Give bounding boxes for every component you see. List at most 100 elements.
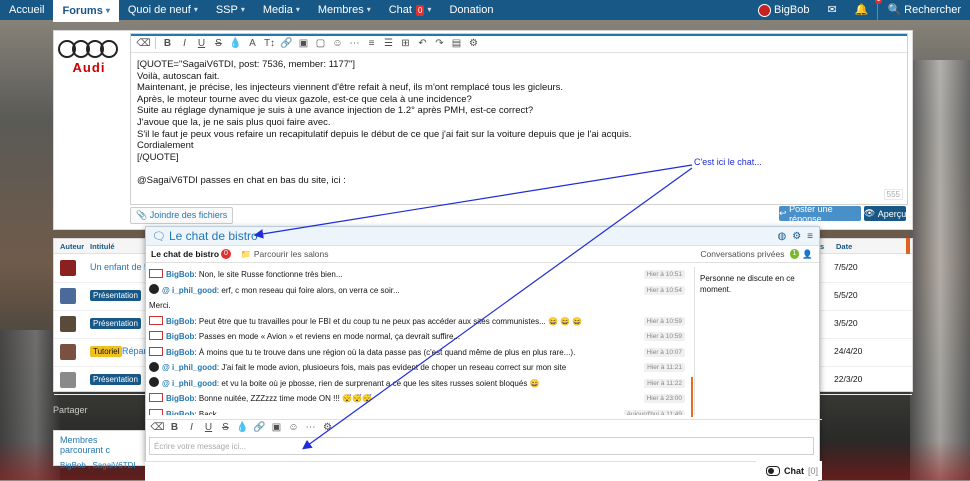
chat-username[interactable]: @ i_phil_good — [162, 379, 217, 388]
nav-item-donation[interactable]: Donation — [440, 0, 502, 20]
user-avatar-icon — [149, 361, 159, 372]
members-title[interactable]: Membres parcourant c — [54, 431, 147, 455]
thread-date: 7/5/20 — [834, 262, 858, 272]
attach-label: Joindre des fichiers — [149, 210, 228, 220]
preview-button[interactable]: 👁 Aperçu — [864, 206, 906, 221]
nav-item-media[interactable]: Media ▾ — [254, 0, 309, 20]
eraser-icon[interactable]: ⌫ — [149, 419, 166, 435]
chat-footer-label[interactable]: Chat — [784, 466, 804, 476]
strikethrough-icon[interactable]: S — [217, 419, 234, 435]
column-date[interactable]: Date — [836, 242, 852, 251]
nav-item-membres[interactable]: Membres ▾ — [309, 0, 380, 20]
redo-icon[interactable]: ↷ — [431, 35, 448, 51]
strikethrough-icon[interactable]: S — [210, 35, 227, 51]
column-author[interactable]: Auteur — [60, 242, 84, 251]
audi-rings-icon — [58, 40, 120, 58]
image-icon[interactable]: ▣ — [268, 419, 285, 435]
table-icon[interactable]: ⊞ — [397, 35, 414, 51]
thread-prefix[interactable]: Présentation — [90, 318, 141, 329]
list-icon[interactable]: ☰ — [380, 35, 397, 51]
media-icon[interactable]: ▢ — [312, 35, 329, 51]
chat-title[interactable]: Le chat de bistro — [169, 229, 258, 243]
drafts-icon[interactable]: ▤ — [448, 35, 465, 51]
nav-label: Quoi de neuf — [127, 4, 191, 16]
globe-icon[interactable]: ◍ — [777, 231, 786, 242]
chat-scrollbar[interactable] — [691, 377, 693, 417]
browse-rooms-button[interactable]: 📁 Parcourir les salons — [241, 249, 329, 260]
smiley-icon[interactable]: ☺ — [285, 419, 302, 435]
color-icon[interactable]: 💧 — [234, 419, 251, 435]
editor-content[interactable]: [QUOTE="SagaiV6TDI, post: 7536, member: … — [131, 53, 907, 193]
more-icon[interactable]: ⋯ — [302, 419, 319, 435]
settings-icon[interactable]: ⚙ — [465, 35, 482, 51]
chat-username[interactable]: BigBob — [166, 394, 194, 403]
column-title[interactable]: Intitulé — [90, 242, 115, 251]
alerts-button[interactable]: 🔔1 — [846, 0, 883, 20]
chat-username[interactable]: BigBob — [166, 332, 194, 341]
avatar[interactable] — [60, 372, 76, 388]
attach-files-button[interactable]: 📎 Joindre des fichiers — [130, 207, 234, 224]
avatar[interactable] — [60, 288, 76, 304]
eraser-icon[interactable]: ⌫ — [135, 35, 152, 51]
chat-username[interactable]: BigBob — [166, 348, 194, 357]
smiley-icon[interactable]: ☺ — [329, 35, 346, 51]
current-room[interactable]: Le chat de bistro — [151, 249, 219, 259]
chat-username[interactable]: @ i_phil_good — [162, 286, 217, 295]
chat-username[interactable]: BigBob — [166, 270, 194, 279]
chat-message-text: : À moins que tu te trouve dans une régi… — [194, 347, 576, 357]
italic-icon[interactable]: I — [183, 419, 200, 435]
chat-username[interactable]: BigBob — [166, 410, 194, 416]
color-icon[interactable]: 💧 — [227, 35, 244, 51]
italic-icon[interactable]: I — [176, 35, 193, 51]
chat-message: BigBob: Bonne nuitée, ZZZzzz time mode O… — [149, 391, 689, 407]
undo-icon[interactable]: ↶ — [414, 35, 431, 51]
members-list[interactable]: BigBob , SagaiV6TDI — [54, 455, 147, 470]
more-icon[interactable]: ⋯ — [346, 35, 363, 51]
chat-username[interactable]: BigBob — [166, 317, 194, 326]
toggle-icon[interactable] — [765, 465, 780, 476]
font-size-icon[interactable]: T↕ — [261, 35, 278, 51]
nav-item-accueil[interactable]: Accueil — [0, 0, 53, 20]
settings-icon[interactable]: ⚙ — [319, 419, 336, 435]
nav-item-ssp[interactable]: SSP ▾ — [207, 0, 254, 20]
chat-settings-icon[interactable]: ⚙ — [792, 231, 801, 242]
nav-item-quoi-de-neuf[interactable]: Quoi de neuf ▾ — [119, 0, 207, 20]
chat-subheader: Le chat de bistro 0 📁 Parcourir les salo… — [146, 246, 819, 263]
chat-message-input[interactable]: Écrire votre message ici... — [149, 437, 814, 455]
search-button[interactable]: 🔍 Rechercher — [877, 0, 970, 20]
post-label: Poster une réponse — [789, 203, 833, 224]
avatar[interactable] — [60, 316, 76, 332]
link-icon[interactable]: 🔗 — [251, 419, 268, 435]
scroll-tab[interactable] — [906, 238, 910, 254]
chat-message-text: : Peut être que tu travailles pour le FB… — [194, 316, 583, 326]
image-icon[interactable]: ▣ — [295, 35, 312, 51]
align-icon[interactable]: ≡ — [363, 35, 380, 51]
nav-item-forums[interactable]: Forums ▾ — [53, 0, 119, 22]
menu-icon[interactable]: ≡ — [807, 231, 813, 242]
bold-icon[interactable]: B — [159, 35, 176, 51]
message-editor[interactable]: ⌫ B I U S 💧 A T↕ 🔗 ▣ ▢ ☺ ⋯ ≡ ☰ ⊞ ↶ ↷ ▤ ⚙… — [130, 33, 908, 205]
font-family-icon[interactable]: A — [244, 35, 261, 51]
chat-toggle-bar[interactable]: Chat [0] — [756, 461, 822, 480]
thread-prefix[interactable]: Tutoriel — [90, 346, 123, 357]
column-replies[interactable]: s — [820, 242, 824, 251]
user-menu[interactable]: BigBob — [749, 0, 818, 20]
chat-username[interactable]: @ i_phil_good — [162, 363, 217, 372]
inbox-button[interactable]: ✉ — [819, 0, 846, 20]
bold-icon[interactable]: B — [166, 419, 183, 435]
add-user-icon[interactable]: 👤 — [802, 249, 813, 260]
avatar[interactable] — [60, 344, 76, 360]
editor-line: Cordialement — [137, 140, 194, 152]
thread-prefix[interactable]: Présentation — [90, 290, 141, 301]
post-reply-button[interactable]: ↩ Poster une réponse — [779, 203, 861, 224]
private-conversations-button[interactable]: Conversations privées 1 👤 — [700, 249, 813, 260]
members-online: Membres parcourant c BigBob , SagaiV6TDI — [53, 430, 148, 470]
reply-icon: ↩ — [779, 208, 787, 218]
link-icon[interactable]: 🔗 — [278, 35, 295, 51]
nav-item-chat[interactable]: Chat 0 ▾ — [380, 0, 441, 20]
avatar[interactable] — [60, 260, 76, 276]
thread-prefix[interactable]: Présentation — [90, 374, 141, 385]
underline-icon[interactable]: U — [200, 419, 217, 435]
underline-icon[interactable]: U — [193, 35, 210, 51]
chat-timestamp: Hier à 10:54 — [643, 285, 685, 295]
